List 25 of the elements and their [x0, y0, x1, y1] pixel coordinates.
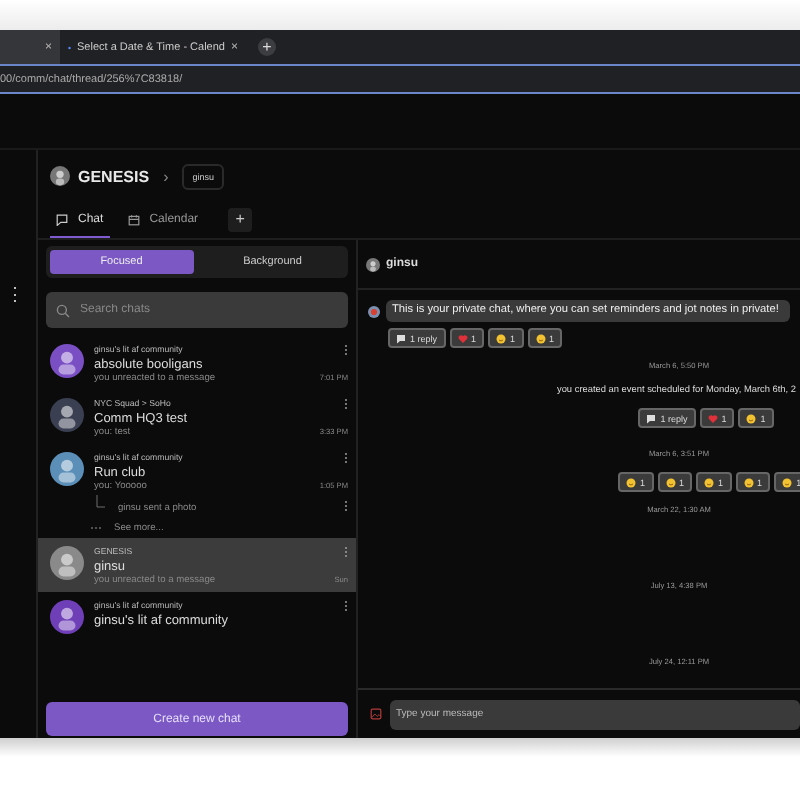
avatar-icon: [368, 306, 380, 319]
heart-icon: [457, 333, 468, 344]
image-icon[interactable]: [370, 708, 382, 720]
smiley-icon: [626, 477, 636, 488]
smiley-icon: [743, 477, 754, 488]
smiley-icon: [665, 477, 676, 488]
more-menu-button[interactable]: ⋮: [6, 284, 24, 304]
reply-icon: [396, 333, 406, 344]
breadcrumb-separator: ›: [163, 167, 169, 185]
smiley-icon: [535, 333, 546, 344]
calendar-icon: [127, 213, 140, 225]
heart-icon: [707, 413, 718, 424]
avatar-icon: [50, 166, 70, 186]
thread-line-icon: [96, 494, 106, 510]
smiley-icon: [496, 333, 507, 344]
new-tab-button[interactable]: +: [258, 38, 276, 56]
smiley-icon: [704, 477, 715, 488]
search-icon: [56, 303, 70, 317]
chat-icon: [56, 213, 68, 225]
community-name[interactable]: GENESIS: [78, 167, 150, 185]
reply-icon: [646, 413, 657, 424]
smiley-icon: [782, 477, 793, 488]
smiley-icon: [746, 413, 757, 424]
add-tab-button[interactable]: +: [228, 208, 253, 232]
avatar-icon: [366, 257, 380, 271]
